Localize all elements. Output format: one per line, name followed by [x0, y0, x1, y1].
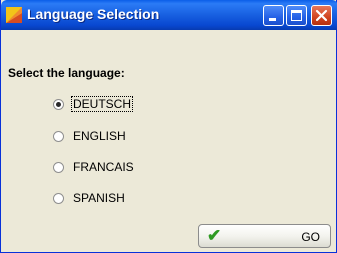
- option-label: ENGLISH: [73, 129, 126, 143]
- checkmark-icon: ✔: [207, 226, 222, 245]
- go-button-label: GO: [301, 230, 320, 244]
- option-english[interactable]: ENGLISH: [53, 128, 127, 144]
- option-spanish[interactable]: SPANISH: [53, 190, 126, 206]
- option-deutsch[interactable]: DEUTSCH: [53, 96, 134, 112]
- option-label: DEUTSCH: [70, 96, 134, 112]
- window-title: Language Selection: [27, 6, 160, 22]
- minimize-button[interactable]: [263, 5, 284, 26]
- go-button[interactable]: ✔ GO: [198, 224, 331, 248]
- minimize-icon: [269, 18, 276, 21]
- maximize-button[interactable]: [286, 5, 307, 26]
- maximize-icon: [291, 10, 302, 21]
- option-francais[interactable]: FRANCAIS: [53, 159, 135, 175]
- language-prompt: Select the language:: [8, 66, 125, 80]
- option-label: SPANISH: [73, 191, 125, 205]
- radio-english[interactable]: [53, 130, 64, 142]
- radio-spanish[interactable]: [53, 192, 64, 204]
- language-selection-window: Language Selection Select the language: …: [0, 0, 337, 253]
- radio-francais[interactable]: [53, 161, 64, 173]
- close-icon: [315, 9, 328, 22]
- app-icon: [6, 7, 22, 23]
- title-bar[interactable]: Language Selection: [1, 0, 337, 30]
- option-label: FRANCAIS: [73, 160, 134, 174]
- radio-deutsch[interactable]: [53, 98, 64, 110]
- close-button[interactable]: [311, 5, 332, 26]
